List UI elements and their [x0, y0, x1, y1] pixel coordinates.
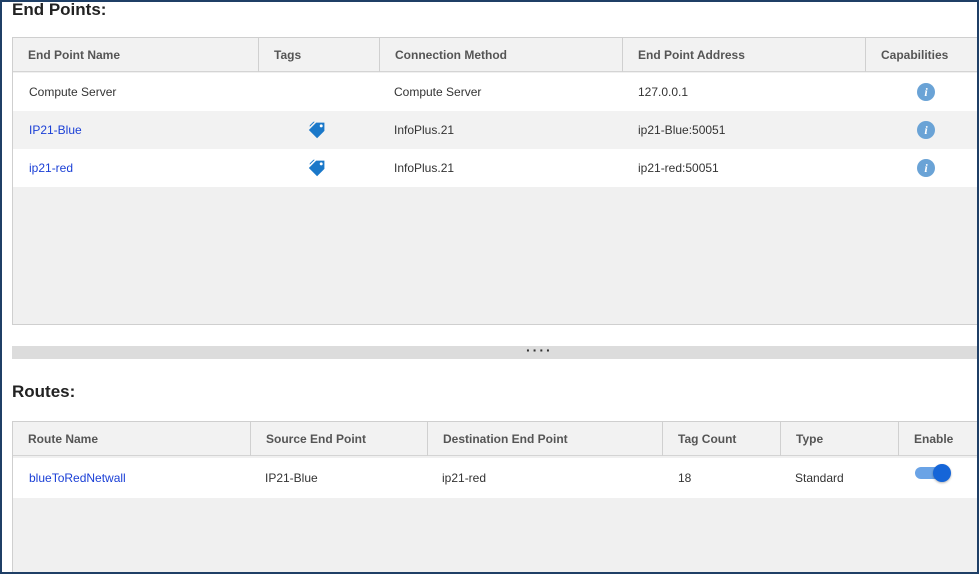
splitter-grip-icon[interactable]: ···· [526, 343, 553, 359]
info-icon[interactable]: i [917, 83, 935, 101]
toggle-knob[interactable] [933, 464, 951, 482]
col-endpoint-name[interactable]: End Point Name [13, 38, 259, 72]
enable-toggle[interactable] [915, 464, 951, 482]
route-type: Standard [795, 471, 844, 485]
endpoint-address: 127.0.0.1 [638, 85, 689, 99]
route-tag-count: 18 [678, 471, 692, 485]
endpoint-address: ip21-red:50051 [638, 161, 719, 175]
table-row[interactable]: Compute Server Compute Server 127.0.0.1 … [13, 73, 978, 111]
endpoints-grid: End Point Name Tags Connection Method En… [12, 37, 979, 325]
endpoint-method: Compute Server [394, 85, 482, 99]
table-row[interactable]: ip21-red InfoPlus.21 ip21-red:50051 i [13, 149, 978, 187]
col-connection-method[interactable]: Connection Method [380, 38, 623, 72]
tags-icon[interactable] [307, 157, 329, 179]
endpoint-method: InfoPlus.21 [394, 123, 455, 137]
routes-title: Routes: [12, 382, 76, 401]
info-icon[interactable]: i [917, 121, 935, 139]
table-row[interactable]: IP21-Blue InfoPlus.21 ip21-Blue:50051 i [13, 111, 978, 149]
info-icon[interactable]: i [917, 159, 935, 177]
table-row[interactable]: blueToRedNetwall IP21-Blue ip21-red 18 S… [13, 458, 978, 498]
panel-splitter[interactable]: ···· [12, 343, 977, 359]
endpoint-name-link[interactable]: IP21-Blue [29, 111, 82, 149]
endpoint-name: Compute Server [29, 85, 117, 99]
routes-grid: Route Name Source End Point Destination … [12, 421, 979, 574]
route-source: IP21-Blue [265, 471, 318, 485]
col-endpoint-address[interactable]: End Point Address [623, 38, 866, 72]
col-source-endpoint[interactable]: Source End Point [251, 422, 428, 456]
col-tag-count[interactable]: Tag Count [663, 422, 781, 456]
endpoint-address: ip21-Blue:50051 [638, 123, 726, 137]
col-capabilities[interactable]: Capabilities [866, 38, 978, 72]
col-type[interactable]: Type [781, 422, 899, 456]
col-destination-endpoint[interactable]: Destination End Point [428, 422, 663, 456]
endpoints-title: End Points: [12, 0, 107, 19]
endpoint-name-link[interactable]: ip21-red [29, 149, 73, 187]
col-route-name[interactable]: Route Name [13, 422, 251, 456]
route-name-link[interactable]: blueToRedNetwall [29, 458, 126, 496]
routes-header: Route Name Source End Point Destination … [13, 422, 978, 456]
route-destination: ip21-red [442, 471, 487, 485]
col-enable[interactable]: Enable [899, 422, 978, 456]
endpoints-header: End Point Name Tags Connection Method En… [13, 38, 978, 72]
col-tags[interactable]: Tags [259, 38, 380, 72]
endpoint-method: InfoPlus.21 [394, 161, 455, 175]
tags-icon[interactable] [307, 119, 329, 141]
